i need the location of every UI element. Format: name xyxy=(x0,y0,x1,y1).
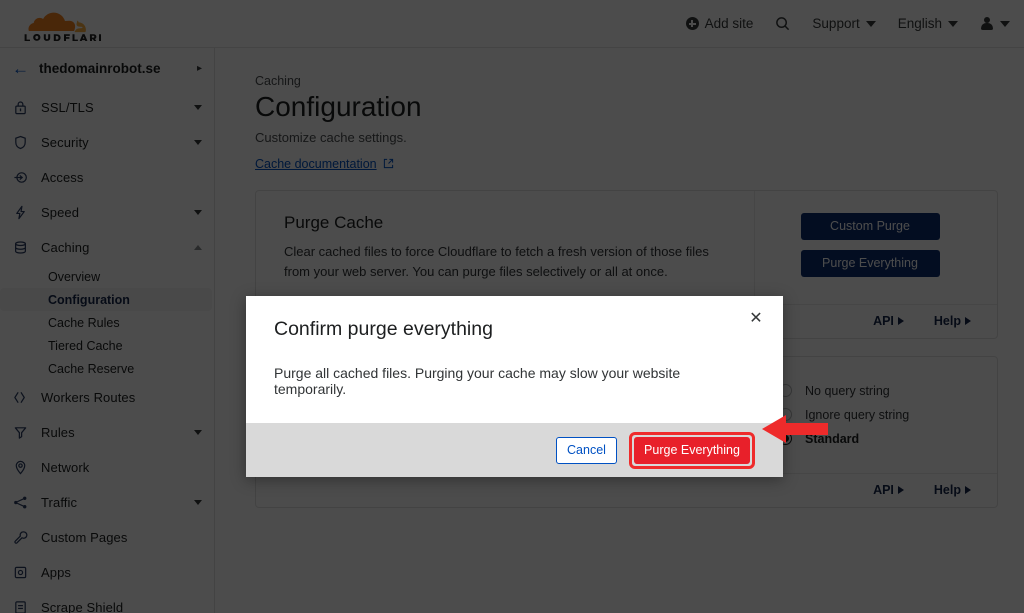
app-screen: Add site Support English xyxy=(0,0,1024,613)
modal-footer: Cancel Purge Everything xyxy=(246,423,783,477)
purge-everything-highlight: Purge Everything xyxy=(629,431,755,469)
modal-message: Purge all cached files. Purging your cac… xyxy=(274,365,681,397)
confirm-purge-modal: ✕ Confirm purge everything Purge all cac… xyxy=(246,296,783,477)
close-icon[interactable]: ✕ xyxy=(746,309,766,329)
confirm-purge-everything-button[interactable]: Purge Everything xyxy=(634,436,750,464)
modal-title: Confirm purge everything xyxy=(274,318,493,340)
cancel-button[interactable]: Cancel xyxy=(556,436,617,464)
